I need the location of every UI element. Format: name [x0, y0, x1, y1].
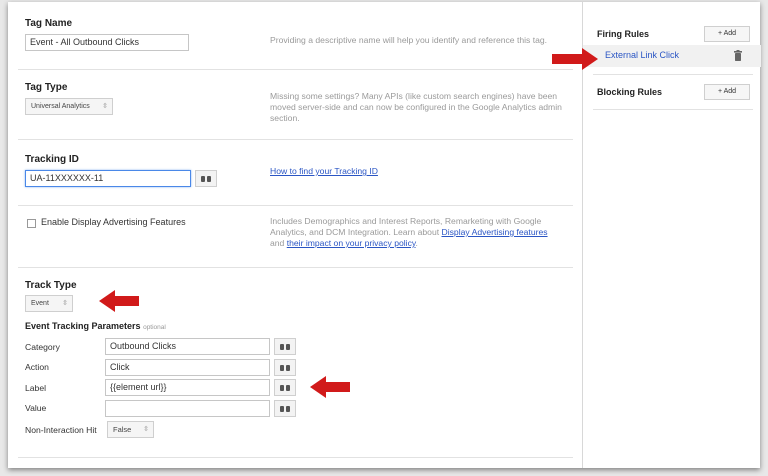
track-type-select[interactable]: Event ⇳: [25, 295, 73, 312]
tracking-id-input[interactable]: UA-11XXXXXX-11: [25, 170, 191, 187]
blocking-rules-title: Blocking Rules: [597, 87, 663, 97]
variable-blocks-icon: [280, 364, 290, 371]
value-variable-button[interactable]: [274, 400, 296, 417]
tag-name-input[interactable]: Event - All Outbound Clicks: [25, 34, 189, 51]
event-params-title-text: Event Tracking Parameters: [25, 321, 141, 331]
add-firing-rule-button[interactable]: + Add: [704, 26, 750, 42]
tag-type-help: Missing some settings? Many APIs (like c…: [270, 91, 562, 123]
label-red-arrow: [310, 376, 350, 398]
value-input[interactable]: [105, 400, 270, 417]
divider: [18, 139, 573, 140]
label-label: Label: [25, 383, 47, 393]
display-advertising-label: Enable Display Advertising Features: [41, 217, 186, 227]
divider: [18, 69, 573, 70]
variable-blocks-icon: [280, 343, 290, 350]
tag-settings-panel: Tag Name Event - All Outbound Clicks Pro…: [8, 2, 582, 468]
firing-rules-title: Firing Rules: [597, 29, 650, 39]
optional-hint: optional: [143, 324, 166, 331]
value-label: Value: [25, 403, 47, 413]
tag-name-help: Providing a descriptive name will help y…: [270, 35, 548, 45]
divider: [593, 74, 753, 75]
divider: [593, 109, 753, 110]
rules-panel: Firing Rules + Add External Link Click B…: [582, 2, 761, 468]
firing-rule-row[interactable]: External Link Click: [583, 45, 761, 67]
display-advertising-checkbox[interactable]: [27, 219, 36, 228]
category-variable-button[interactable]: [274, 338, 296, 355]
tracking-id-variable-button[interactable]: [195, 170, 217, 187]
track-type-label: Track Type: [25, 280, 77, 291]
divider: [18, 457, 573, 458]
track-type-value: Event: [31, 300, 49, 307]
event-params-title: Event Tracking Parameters optional: [25, 321, 166, 331]
select-caret-icon: ⇳: [102, 103, 108, 110]
action-label: Action: [25, 362, 49, 372]
action-input[interactable]: Click: [105, 359, 270, 376]
display-advertising-help: Includes Demographics and Interest Repor…: [270, 216, 562, 249]
tracking-id-label: Tracking ID: [25, 154, 79, 165]
select-caret-icon: ⇳: [143, 426, 149, 433]
tag-type-value: Universal Analytics: [31, 103, 90, 110]
category-input[interactable]: Outbound Clicks: [105, 338, 270, 355]
non-interaction-label: Non-Interaction Hit: [25, 425, 97, 435]
tracking-id-help-link[interactable]: How to find your Tracking ID: [270, 166, 378, 177]
display-advertising-help-mid: and: [270, 238, 287, 248]
variable-blocks-icon: [201, 175, 211, 182]
divider: [18, 205, 573, 206]
firing-rule-red-arrow: [552, 48, 598, 70]
privacy-policy-link[interactable]: their impact on your privacy policy: [287, 238, 416, 248]
firing-rule-link[interactable]: External Link Click: [605, 50, 679, 60]
add-blocking-rule-button[interactable]: + Add: [704, 84, 750, 100]
variable-blocks-icon: [280, 384, 290, 391]
divider: [18, 267, 573, 268]
label-variable-button[interactable]: [274, 379, 296, 396]
non-interaction-value: False: [113, 425, 132, 434]
tag-type-select[interactable]: Universal Analytics ⇳: [25, 98, 113, 115]
action-variable-button[interactable]: [274, 359, 296, 376]
variable-blocks-icon: [280, 405, 290, 412]
display-advertising-features-link[interactable]: Display Advertising features: [442, 227, 548, 237]
tag-type-label: Tag Type: [25, 82, 68, 93]
tag-name-label: Tag Name: [25, 18, 73, 29]
tag-editor-window: Tag Name Event - All Outbound Clicks Pro…: [8, 2, 761, 468]
track-type-red-arrow: [99, 290, 139, 312]
select-caret-icon: ⇳: [62, 300, 68, 307]
display-advertising-help-suffix: .: [415, 238, 418, 248]
trash-icon[interactable]: [734, 50, 742, 61]
label-input[interactable]: {{element url}}: [105, 379, 270, 396]
non-interaction-select[interactable]: False ⇳: [107, 421, 154, 438]
category-label: Category: [25, 342, 60, 352]
